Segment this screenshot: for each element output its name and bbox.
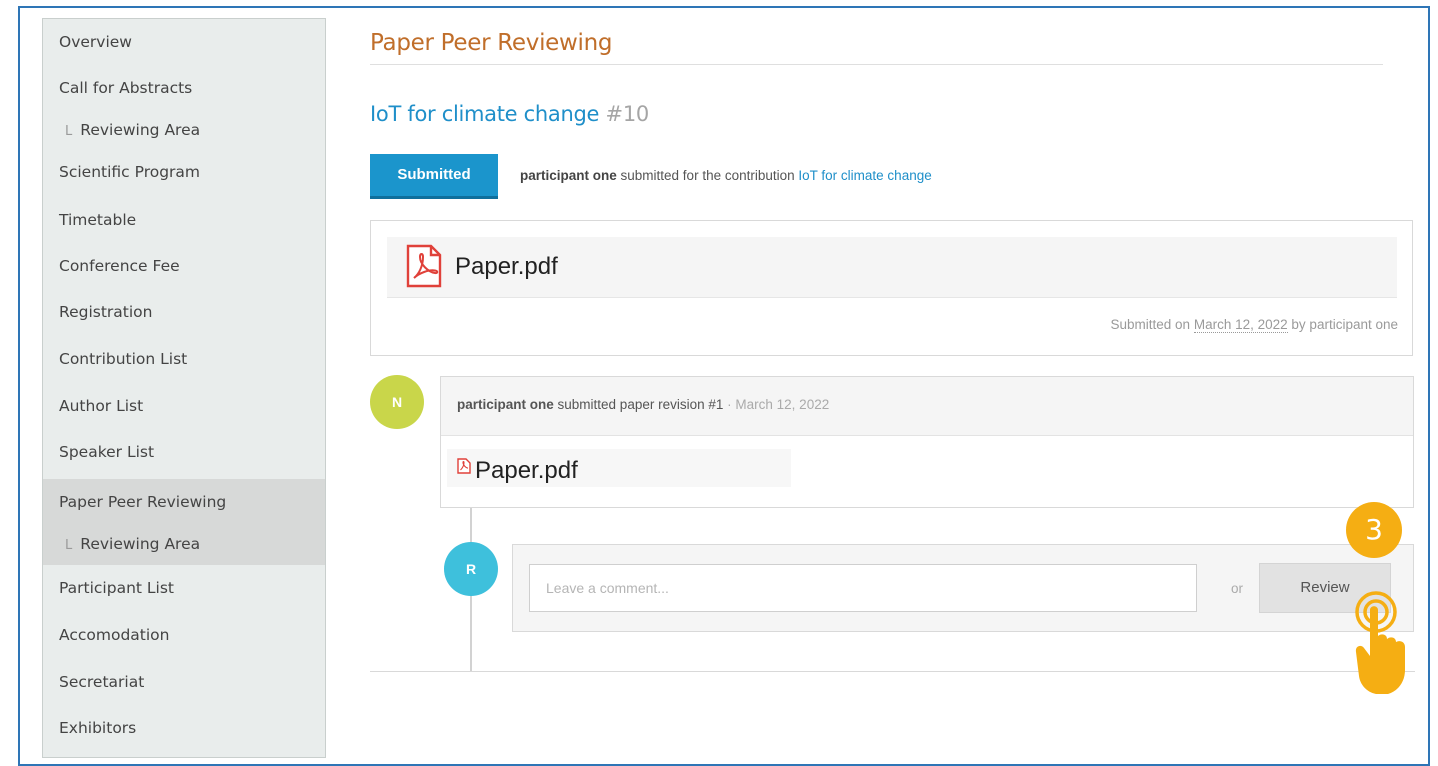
revision-file-name-link[interactable]: Paper.pdf [475, 457, 578, 485]
sidebar-item-paper-peer-reviewing[interactable]: Paper Peer Reviewing [43, 479, 325, 523]
sidebar-item-contribution-list[interactable]: Contribution List [43, 336, 325, 382]
submitted-file-panel: Paper.pdf Submitted on March 12, 2022 by… [370, 220, 1413, 356]
hand-pointer-icon [1346, 590, 1418, 707]
sidebar-item-label: Conference Fee [59, 257, 180, 275]
comment-input[interactable] [529, 564, 1197, 612]
meta-date: March 12, 2022 [1193, 317, 1288, 333]
sidebar-item-label: Registration [59, 303, 153, 321]
sidebar-item-label: Timetable [59, 211, 137, 229]
sidebar-item-label: Overview [59, 33, 132, 51]
sidebar-item-conference-fee[interactable]: Conference Fee [43, 243, 325, 289]
sidebar-item-label: Paper Peer Reviewing [59, 493, 227, 511]
revision-entry: participant one submitted paper revision… [440, 376, 1414, 508]
sidebar-item-speaker-list[interactable]: Speaker List [43, 429, 325, 475]
meta-suffix: by participant one [1291, 317, 1398, 332]
sub-marker: L [65, 124, 73, 139]
file-submission-meta: Submitted on March 12, 2022 by participa… [1110, 317, 1398, 333]
status-contribution-link[interactable]: IoT for climate change [798, 168, 931, 183]
sidebar-item-exhibitors[interactable]: Exhibitors [43, 705, 325, 751]
sidebar-item-label: Secretariat [59, 673, 145, 691]
sidebar-item-accomodation[interactable]: Accomodation [43, 612, 325, 658]
revision-text: submitted paper revision #1 [557, 397, 724, 412]
sub-marker: L [65, 538, 73, 553]
sidebar-item-call-for-abstracts[interactable]: Call for Abstracts [43, 65, 325, 109]
sidebar-item-label: Contribution List [59, 350, 188, 368]
sidebar-item-label: Speaker List [59, 443, 155, 461]
avatar: R [444, 542, 498, 596]
revision-file-row[interactable]: Paper.pdf [447, 449, 791, 487]
sidebar-item-scientific-program[interactable]: Scientific Program [43, 151, 325, 197]
revision-separator: · [727, 397, 732, 412]
sidebar-item-label: Author List [59, 397, 144, 415]
avatar: N [370, 375, 424, 429]
sidebar-item-overview[interactable]: Overview [43, 19, 325, 65]
sidebar-item-label: Reviewing Area [80, 121, 201, 139]
sidebar-item-secretariat[interactable]: Secretariat [43, 659, 325, 705]
status-text: submitted for the contribution [620, 168, 795, 183]
sidebar-item-label: Accomodation [59, 626, 170, 644]
sidebar-item-label: Scientific Program [59, 163, 201, 181]
sidebar-item-paper-reviewing-area[interactable]: L Reviewing Area [43, 523, 325, 565]
sidebar-item-label: Participant List [59, 579, 174, 597]
revision-header-text: participant one submitted paper revision… [457, 397, 829, 412]
sidebar-item-label: Call for Abstracts [59, 79, 193, 97]
contribution-title-link[interactable]: IoT for climate change [370, 102, 599, 126]
contribution-title: IoT for climate change #10 [370, 102, 649, 126]
revision-actor: participant one [457, 397, 554, 412]
pdf-file-icon [457, 458, 471, 479]
sidebar-item-author-list[interactable]: Author List [43, 383, 325, 429]
pdf-file-icon [405, 244, 443, 293]
sidebar-nav: Overview Call for Abstracts L Reviewing A… [42, 18, 326, 758]
sidebar-item-label: Exhibitors [59, 719, 137, 737]
status-badge: Submitted [370, 154, 498, 199]
step-number-badge: 3 [1346, 502, 1402, 558]
sidebar-item-abstract-reviewing-area[interactable]: L Reviewing Area [43, 109, 325, 151]
revision-date: March 12, 2022 [735, 397, 830, 412]
status-message: participant one submitted for the contri… [520, 168, 932, 183]
or-label: or [1231, 581, 1244, 596]
sidebar-item-registration[interactable]: Registration [43, 289, 325, 335]
meta-prefix: Submitted on [1110, 317, 1191, 332]
bottom-divider [370, 671, 1415, 672]
page-title: Paper Peer Reviewing [370, 30, 613, 56]
contribution-number: #10 [605, 102, 650, 126]
sidebar-item-label: Reviewing Area [80, 535, 201, 553]
file-row[interactable]: Paper.pdf [387, 237, 1397, 298]
revision-header: participant one submitted paper revision… [441, 377, 1413, 436]
file-name-link[interactable]: Paper.pdf [455, 253, 558, 281]
sidebar-item-participant-list[interactable]: Participant List [43, 565, 325, 611]
sidebar-item-timetable[interactable]: Timetable [43, 197, 325, 243]
status-actor: participant one [520, 168, 617, 183]
comment-form: or Review [512, 544, 1414, 632]
title-divider [370, 64, 1383, 65]
